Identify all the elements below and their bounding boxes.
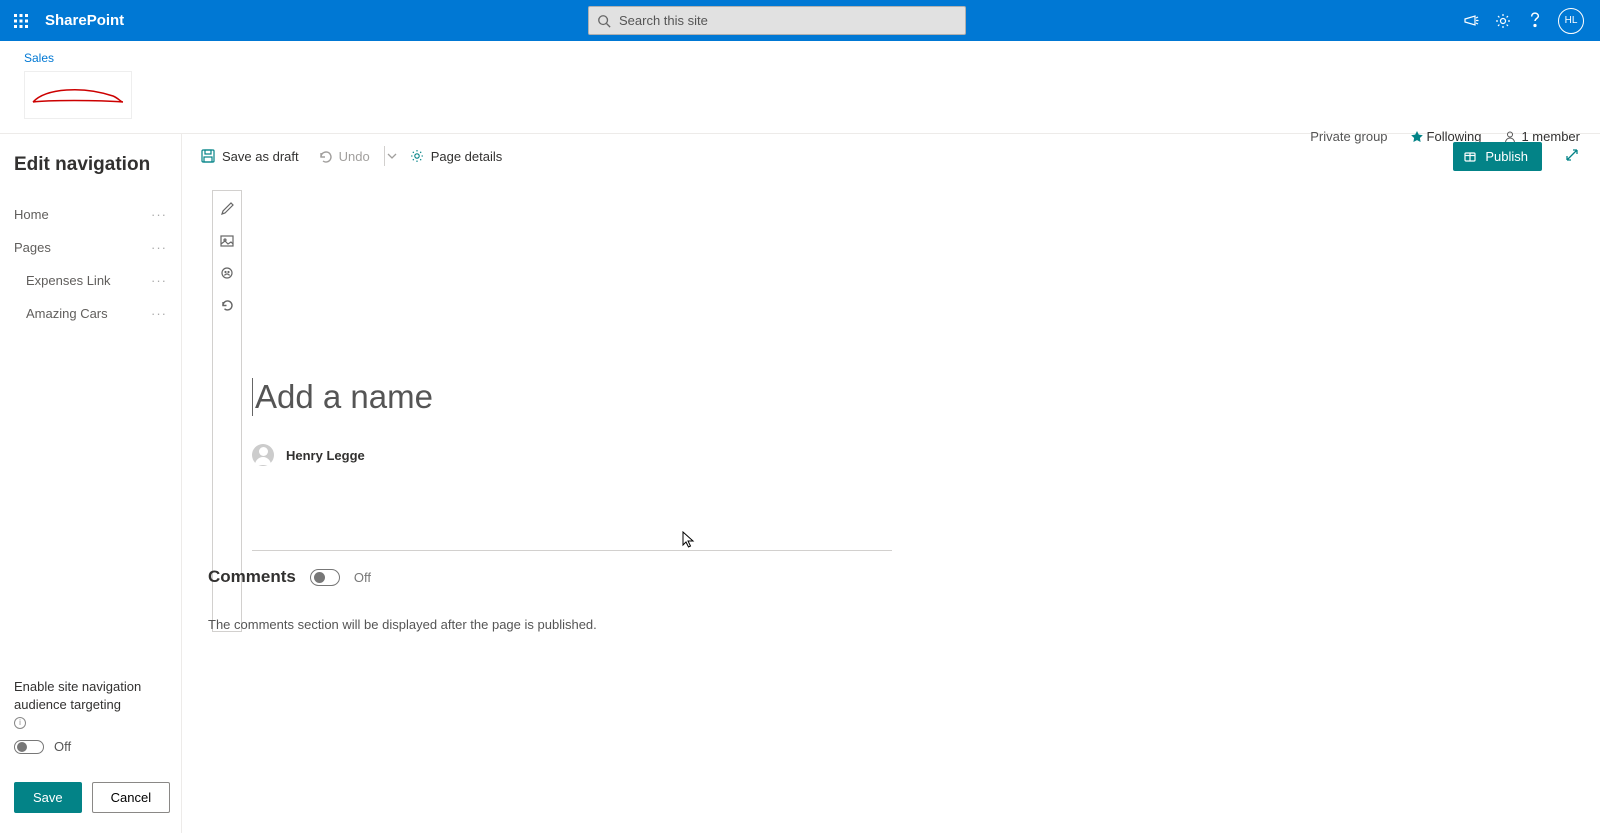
audience-toggle-state: Off <box>54 739 71 754</box>
section-divider <box>252 550 892 551</box>
site-logo[interactable] <box>24 71 132 119</box>
focal-point-icon[interactable] <box>219 265 235 281</box>
undo-icon <box>317 148 333 164</box>
author-avatar-icon[interactable] <box>252 444 274 466</box>
user-avatar[interactable]: HL <box>1558 8 1584 34</box>
author-row: Henry Legge <box>252 444 892 466</box>
more-icon[interactable]: ··· <box>151 273 167 288</box>
app-launcher-icon[interactable] <box>0 0 41 41</box>
comments-toggle-state: Off <box>354 570 371 585</box>
nav-item-label: Expenses Link <box>26 273 111 288</box>
nav-item-label: Home <box>14 207 49 222</box>
nav-item-amazing-cars[interactable]: Amazing Cars ··· <box>14 297 167 330</box>
info-icon[interactable]: i <box>14 717 26 729</box>
publish-button[interactable]: Publish <box>1453 142 1542 171</box>
audience-targeting-label: Enable site navigation audience targetin… <box>14 678 167 729</box>
more-icon[interactable]: ··· <box>151 306 167 321</box>
comments-heading: Comments <box>208 567 296 587</box>
save-icon <box>200 148 216 164</box>
reset-icon[interactable] <box>219 297 235 313</box>
edit-pencil-icon[interactable] <box>219 201 235 217</box>
settings-icon[interactable] <box>1494 12 1512 30</box>
help-icon[interactable] <box>1526 12 1544 30</box>
page-title-input[interactable] <box>252 378 892 416</box>
avatar-initials: HL <box>1565 15 1578 26</box>
save-button[interactable]: Save <box>14 782 82 813</box>
undo-dropdown[interactable] <box>387 151 397 161</box>
author-name[interactable]: Henry Legge <box>286 448 365 463</box>
header-actions: HL <box>1462 8 1600 34</box>
gear-icon <box>409 148 425 164</box>
cancel-button[interactable]: Cancel <box>92 782 170 813</box>
nav-item-label: Amazing Cars <box>26 306 108 321</box>
site-header: Sales Private group Following 1 member <box>0 41 1600 119</box>
command-bar: Save as draft Undo Page details Publish <box>182 134 1600 178</box>
separator <box>384 146 385 166</box>
page-details-label: Page details <box>431 149 503 164</box>
edit-navigation-panel: Edit navigation Home ··· Pages ··· Expen… <box>0 134 182 833</box>
more-icon[interactable]: ··· <box>151 207 167 222</box>
undo-button[interactable]: Undo <box>317 148 370 164</box>
page-canvas: Henry Legge Comments Off The comments se… <box>252 178 892 632</box>
expand-editor-button[interactable] <box>1560 143 1584 167</box>
search-box[interactable] <box>588 6 966 35</box>
search-input[interactable] <box>619 13 957 28</box>
chevron-down-icon <box>387 151 397 161</box>
page-details-button[interactable]: Page details <box>409 148 503 164</box>
nav-item-label: Pages <box>14 240 51 255</box>
image-icon[interactable] <box>219 233 235 249</box>
site-name-link[interactable]: Sales <box>24 51 54 65</box>
comments-placeholder-note: The comments section will be displayed a… <box>208 617 892 632</box>
sidebar-heading: Edit navigation <box>14 154 167 176</box>
global-header: SharePoint HL <box>0 0 1600 41</box>
save-as-draft-button[interactable]: Save as draft <box>200 148 299 164</box>
nav-item-pages[interactable]: Pages ··· <box>14 231 167 264</box>
nav-item-expenses-link[interactable]: Expenses Link ··· <box>14 264 167 297</box>
undo-label: Undo <box>339 149 370 164</box>
title-area-toolbar <box>212 190 242 632</box>
publish-label: Publish <box>1485 149 1528 164</box>
more-icon[interactable]: ··· <box>151 240 167 255</box>
megaphone-icon[interactable] <box>1462 12 1480 30</box>
audience-targeting-toggle[interactable] <box>14 740 44 754</box>
save-draft-label: Save as draft <box>222 149 299 164</box>
comments-toggle[interactable] <box>310 569 340 586</box>
main-content: Save as draft Undo Page details Publish <box>182 134 1600 833</box>
search-container <box>588 6 966 35</box>
nav-item-home[interactable]: Home ··· <box>14 198 167 231</box>
cursor-icon <box>682 531 696 549</box>
search-icon <box>597 14 611 28</box>
publish-icon <box>1463 150 1477 164</box>
brand-label[interactable]: SharePoint <box>45 12 124 29</box>
